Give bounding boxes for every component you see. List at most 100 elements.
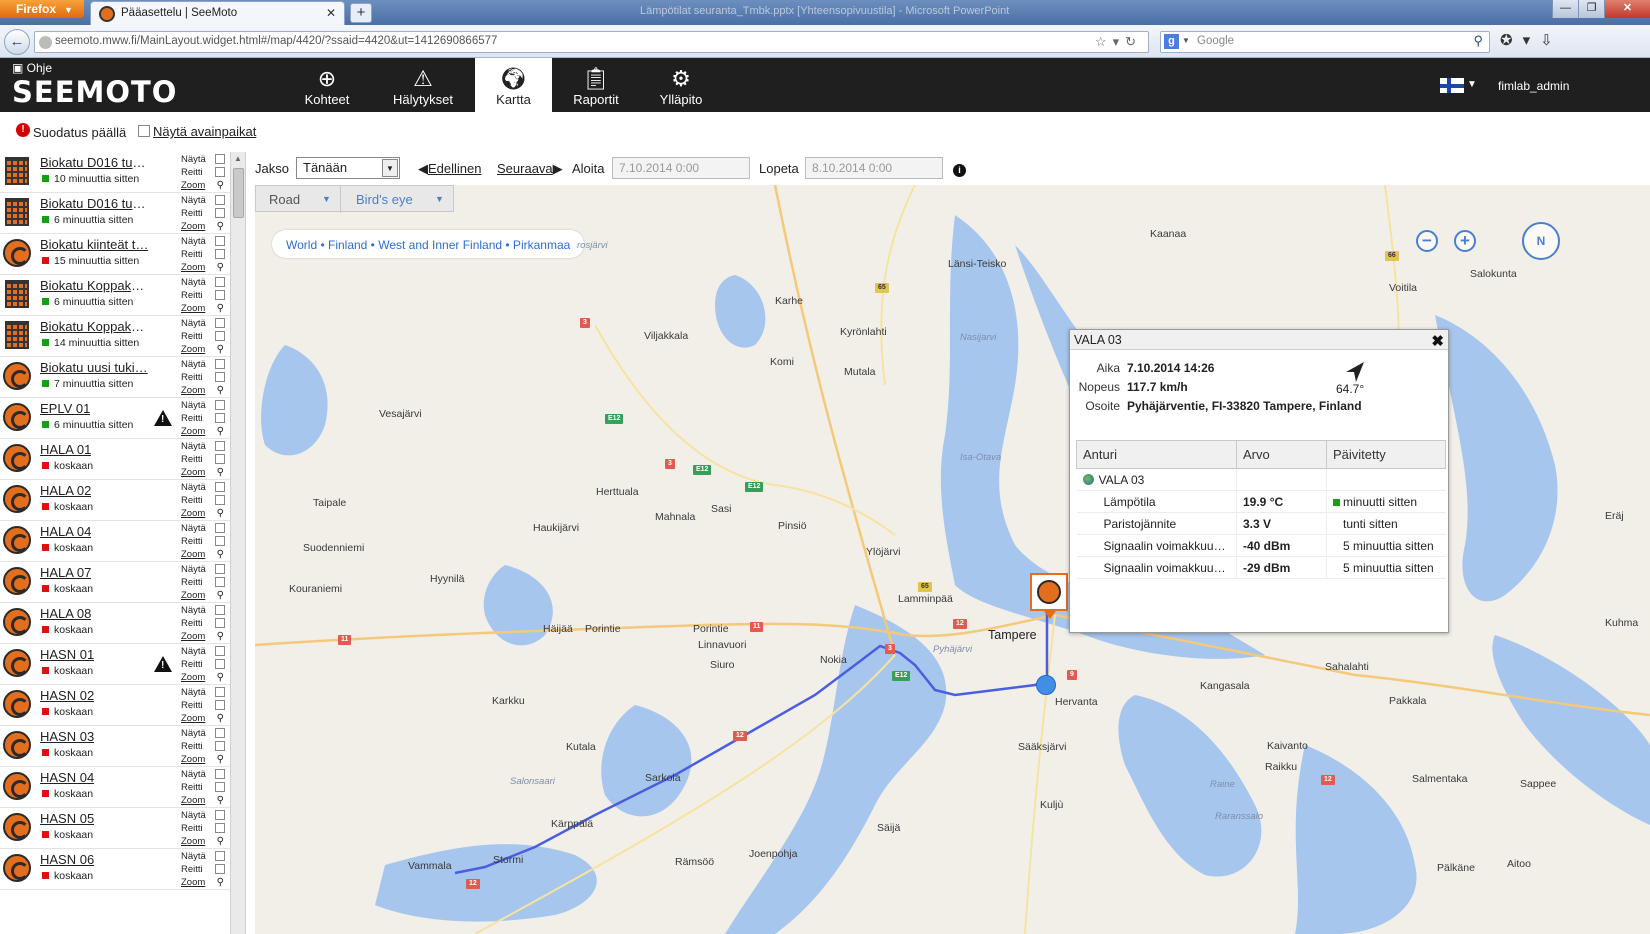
- show-checkbox[interactable]: [215, 359, 225, 369]
- route-checkbox[interactable]: [215, 249, 225, 259]
- show-checkbox[interactable]: [215, 728, 225, 738]
- search-input[interactable]: g ▼ Google ⚲: [1160, 31, 1490, 53]
- close-icon[interactable]: ✖: [1431, 332, 1444, 350]
- start-date-field[interactable]: 7.10.2014 0:00: [612, 157, 750, 179]
- device-name[interactable]: Biokatu uusi tuki…: [40, 360, 148, 375]
- show-checkbox[interactable]: [215, 851, 225, 861]
- device-name[interactable]: Biokatu kiinteät t…: [40, 237, 148, 252]
- chevron-down-icon[interactable]: ▼: [1182, 36, 1190, 45]
- compass-icon[interactable]: N: [1522, 222, 1560, 260]
- tab-halytykset[interactable]: ⚠ Hälytykset: [378, 58, 468, 112]
- browser-tab-active[interactable]: Pääasettelu | SeeMoto ✕: [90, 1, 345, 25]
- chevron-down-icon[interactable]: ▼: [382, 159, 398, 177]
- search-icon[interactable]: ⚲: [217, 753, 224, 766]
- info-icon[interactable]: i: [953, 164, 966, 177]
- tab-kartta[interactable]: 🌍︎ Kartta: [475, 58, 552, 112]
- show-checkbox[interactable]: [215, 769, 225, 779]
- site-identity-icon[interactable]: [39, 36, 52, 49]
- back-arrow-icon[interactable]: ←: [4, 29, 30, 55]
- bookmark-star-icon[interactable]: ☆▾↻: [1095, 34, 1142, 50]
- list-item[interactable]: EPLV 01 6 minuuttia sitten! Näytä Reitti Zoo…: [0, 398, 230, 439]
- route-checkbox[interactable]: [215, 208, 225, 218]
- tab-kohteet[interactable]: ⊕ Kohteet: [290, 58, 364, 112]
- google-icon[interactable]: g: [1164, 34, 1179, 49]
- search-icon[interactable]: ⚲: [217, 794, 224, 807]
- list-item[interactable]: Biokatu D016 tuk… 10 minuuttia sitten Näyt…: [0, 152, 230, 193]
- list-item[interactable]: HASN 04 koskaan Näytä Reitti Zoom ⚲: [0, 767, 230, 808]
- map-type-birds-eye[interactable]: Bird's eye: [356, 192, 413, 207]
- device-name[interactable]: HASN 05: [40, 811, 94, 826]
- search-icon[interactable]: ⚲: [217, 671, 224, 684]
- period-select[interactable]: Tänään ▼: [296, 157, 400, 179]
- device-name[interactable]: Biokatu D016 tuk…: [40, 155, 150, 170]
- device-name[interactable]: HASN 06: [40, 852, 94, 867]
- route-checkbox[interactable]: [215, 618, 225, 628]
- minimize-icon[interactable]: —: [1552, 0, 1578, 18]
- route-checkbox[interactable]: [215, 331, 225, 341]
- list-item[interactable]: HASN 06 koskaan Näytä Reitti Zoom ⚲: [0, 849, 230, 890]
- route-checkbox[interactable]: [215, 700, 225, 710]
- list-item[interactable]: Biokatu Koppakui… 14 minuuttia sitten Näyt…: [0, 316, 230, 357]
- bookmarks-download-icons[interactable]: ✪▾⇩: [1500, 31, 1563, 49]
- show-checkbox[interactable]: [215, 400, 225, 410]
- zoom-in-icon[interactable]: +: [1454, 230, 1476, 252]
- route-checkbox[interactable]: [215, 659, 225, 669]
- new-tab-button[interactable]: +: [350, 3, 372, 23]
- tab-yllapito[interactable]: ⚙ Ylläpito: [648, 58, 714, 112]
- show-checkbox[interactable]: [215, 564, 225, 574]
- show-checkbox[interactable]: [215, 810, 225, 820]
- window-close-icon[interactable]: ✕: [1604, 0, 1650, 18]
- search-icon[interactable]: ⚲: [217, 179, 224, 192]
- list-item[interactable]: HASN 03 koskaan Näytä Reitti Zoom ⚲: [0, 726, 230, 767]
- scroll-up-icon[interactable]: ▲: [234, 154, 242, 163]
- search-icon[interactable]: ⚲: [217, 302, 224, 315]
- close-icon[interactable]: ✕: [326, 6, 336, 20]
- device-name[interactable]: HALA 04: [40, 524, 91, 539]
- search-icon[interactable]: ⚲: [217, 343, 224, 356]
- next-period-link[interactable]: Seuraava▶: [497, 161, 563, 177]
- map-type-road[interactable]: Road: [269, 192, 300, 207]
- show-checkbox[interactable]: [215, 646, 225, 656]
- device-name[interactable]: HALA 08: [40, 606, 91, 621]
- list-item[interactable]: HALA 02 koskaan Näytä Reitti Zoom ⚲: [0, 480, 230, 521]
- device-name[interactable]: HASN 02: [40, 688, 94, 703]
- route-checkbox[interactable]: [215, 372, 225, 382]
- list-item[interactable]: HASN 05 koskaan Näytä Reitti Zoom ⚲: [0, 808, 230, 849]
- show-checkbox[interactable]: [215, 687, 225, 697]
- vehicle-marker[interactable]: [1030, 573, 1068, 619]
- route-checkbox[interactable]: [215, 495, 225, 505]
- search-icon[interactable]: ⚲: [217, 712, 224, 725]
- show-checkbox[interactable]: [215, 318, 225, 328]
- list-item[interactable]: Biokatu uusi tuki… 7 minuuttia sitten Näyt…: [0, 357, 230, 398]
- show-checkbox[interactable]: [215, 195, 225, 205]
- previous-period-link[interactable]: ◀Edellinen: [418, 161, 482, 177]
- route-checkbox[interactable]: [215, 741, 225, 751]
- device-name[interactable]: HASN 03: [40, 729, 94, 744]
- show-checkbox[interactable]: [215, 154, 225, 164]
- search-icon[interactable]: ⚲: [217, 630, 224, 643]
- device-name[interactable]: HALA 07: [40, 565, 91, 580]
- list-item[interactable]: Biokatu D016 tuk… 6 minuuttia sitten Näytä…: [0, 193, 230, 234]
- list-item[interactable]: HALA 04 koskaan Näytä Reitti Zoom ⚲: [0, 521, 230, 562]
- show-checkbox[interactable]: [215, 482, 225, 492]
- route-checkbox[interactable]: [215, 823, 225, 833]
- search-icon[interactable]: ⚲: [1473, 33, 1483, 49]
- device-name[interactable]: HASN 01: [40, 647, 94, 662]
- current-position-marker[interactable]: [1036, 675, 1056, 695]
- user-menu[interactable]: fimlab_admin: [1498, 79, 1569, 93]
- device-name[interactable]: EPLV 01: [40, 401, 90, 416]
- zoom-out-icon[interactable]: −: [1416, 230, 1438, 252]
- search-icon[interactable]: ⚲: [217, 589, 224, 602]
- list-item[interactable]: HASN 02 koskaan Näytä Reitti Zoom ⚲: [0, 685, 230, 726]
- show-checkbox[interactable]: [215, 441, 225, 451]
- route-checkbox[interactable]: [215, 782, 225, 792]
- route-checkbox[interactable]: [215, 167, 225, 177]
- device-name[interactable]: HALA 02: [40, 483, 91, 498]
- show-checkbox[interactable]: [215, 236, 225, 246]
- device-name[interactable]: Biokatu Koppakui…: [40, 278, 150, 293]
- list-item[interactable]: HALA 08 koskaan Näytä Reitti Zoom ⚲: [0, 603, 230, 644]
- search-icon[interactable]: ⚲: [217, 384, 224, 397]
- list-item[interactable]: HALA 01 koskaan Näytä Reitti Zoom ⚲: [0, 439, 230, 480]
- search-icon[interactable]: ⚲: [217, 220, 224, 233]
- show-hotspots-checkbox[interactable]: [138, 125, 150, 137]
